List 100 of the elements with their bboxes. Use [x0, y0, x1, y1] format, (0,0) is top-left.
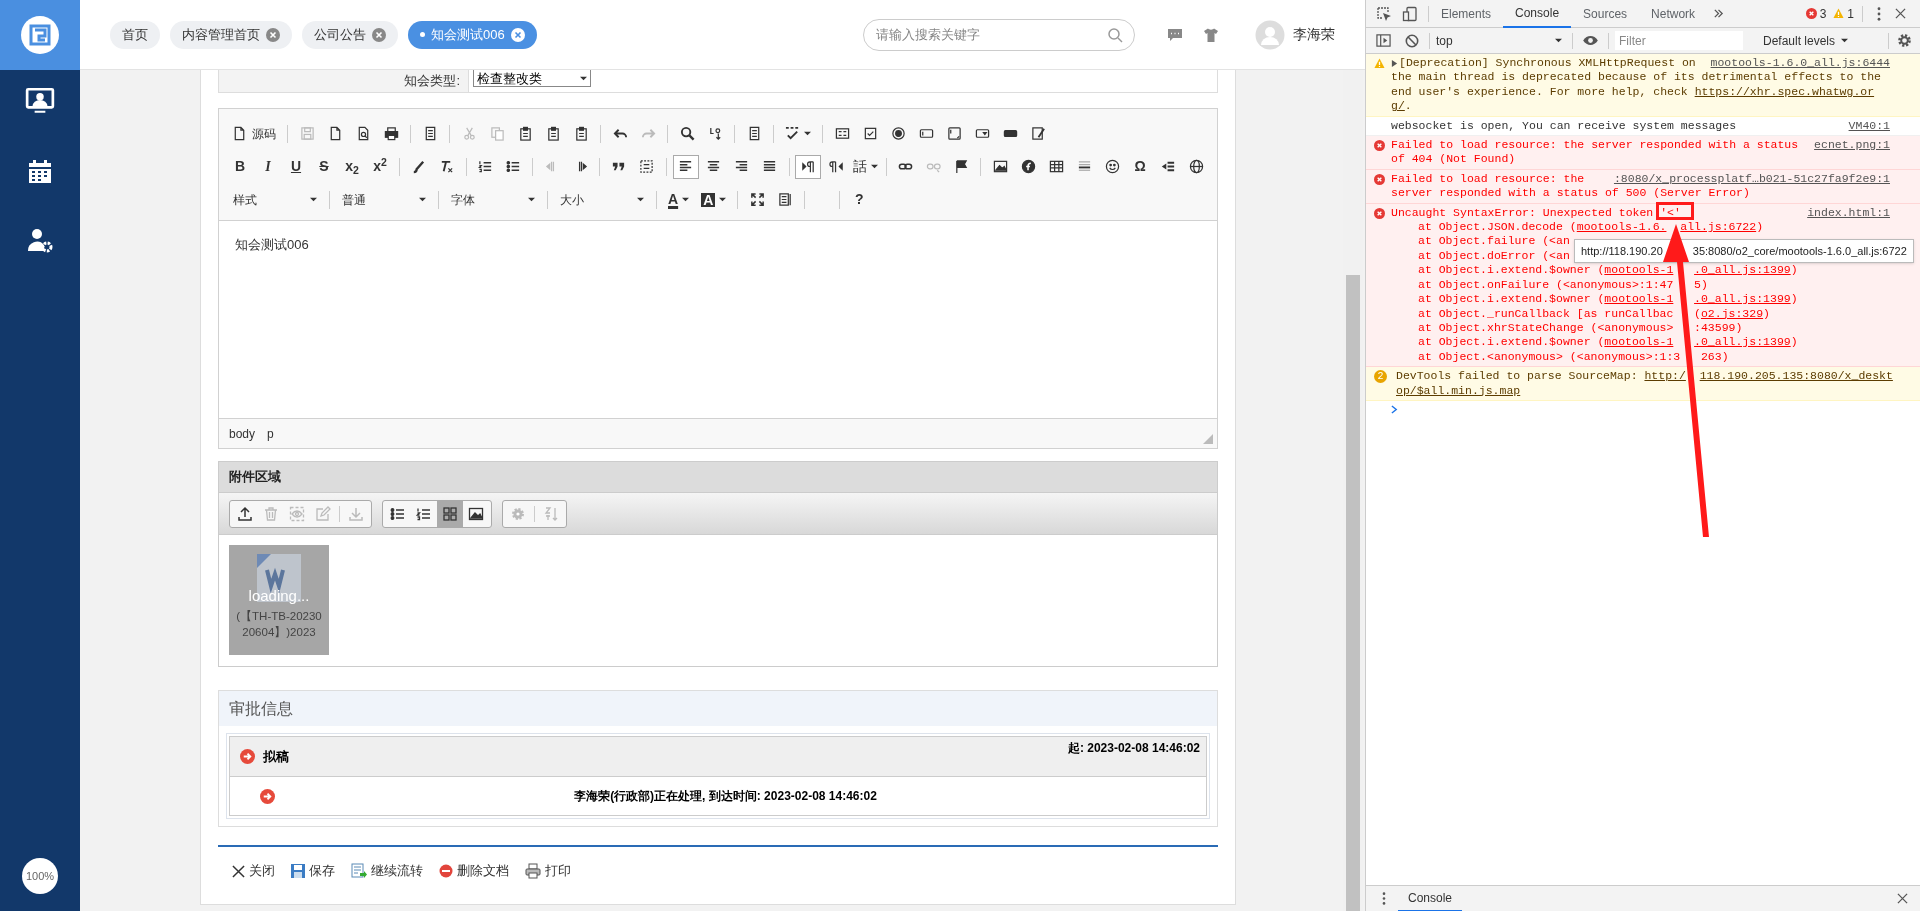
approval-title: 审批信息 [229, 698, 293, 719]
format-dropdown[interactable]: 字体 [445, 187, 541, 212]
context-select[interactable]: top [1430, 29, 1568, 52]
dot-icon [420, 32, 425, 37]
link[interactable]: mootools-1 [1604, 263, 1674, 278]
link[interactable]: mootools-1.6. [1576, 220, 1667, 235]
element-path-item[interactable]: body [229, 424, 256, 443]
filter-field[interactable]: Filter [1615, 31, 1743, 50]
toolbar-button[interactable] [795, 154, 822, 179]
attachment-title: 附件区域 [229, 468, 281, 487]
close-icon[interactable] [510, 27, 525, 42]
image-icon [992, 159, 1008, 174]
source-link[interactable]: mootools-1.6.0_all.js:6444 [1710, 56, 1890, 71]
smiley-icon [1104, 159, 1120, 174]
action-button[interactable]: 关闭 [232, 861, 275, 881]
close-icon[interactable] [372, 27, 386, 42]
toolbar-button[interactable]: S [311, 154, 337, 179]
close-icon[interactable] [1897, 893, 1908, 904]
toolbar-button[interactable] [672, 154, 699, 179]
monitor-user-icon[interactable] [25, 86, 55, 116]
toolbar-button[interactable]: Ω [1127, 154, 1154, 179]
error-icon [1805, 8, 1817, 19]
link[interactable]: mootools-1 [1604, 292, 1674, 307]
file-tile[interactable]: loading... (【TH-TB-2023020604】)2023 [229, 545, 329, 655]
inspect-icon[interactable] [1376, 5, 1392, 22]
settings-icon[interactable] [1897, 33, 1912, 48]
zoom-level[interactable]: 100% [22, 858, 58, 894]
format-dropdown[interactable]: 样式 [227, 187, 323, 212]
toolbar-button[interactable]: B [227, 154, 253, 179]
sidebar-toggle-icon[interactable] [1376, 33, 1391, 48]
form-icon [834, 126, 850, 141]
drawer-tab[interactable]: Console [1398, 885, 1463, 911]
log-text: Uncaught SyntaxError: Unexpected token [1391, 205, 1655, 221]
calendar-icon[interactable] [26, 158, 54, 186]
action-button[interactable]: 删除文档 [439, 861, 509, 881]
link[interactable]: op/$all.min.js.map [1396, 383, 1521, 398]
search-field[interactable]: 请输入搜索关键字 [863, 18, 1135, 51]
close-icon[interactable] [1895, 8, 1906, 19]
chat-icon[interactable] [1167, 26, 1183, 43]
user-name[interactable]: 李海荣 [1293, 24, 1335, 45]
clear-console-icon[interactable] [1405, 33, 1419, 48]
align-justify-icon [762, 159, 778, 174]
kebab-menu-icon[interactable] [1877, 6, 1881, 21]
caret-icon [528, 196, 535, 203]
search-icon[interactable] [1107, 26, 1123, 43]
expand-triangle-icon[interactable] [1391, 60, 1398, 67]
devtools-tab[interactable]: Sources [1571, 0, 1640, 28]
toolbar-button[interactable]: 源码 [227, 121, 281, 146]
source-link[interactable]: VM40:1 [1848, 118, 1890, 134]
toolbar-button[interactable]: 話 [851, 154, 880, 179]
checkbox-icon [862, 126, 878, 141]
close-icon[interactable] [266, 27, 280, 42]
devtools-tab[interactable]: Elements [1429, 0, 1504, 28]
toolbar-button[interactable]: A [663, 187, 695, 212]
link[interactable]: o2.js:329 [1700, 306, 1764, 321]
source-link[interactable]: :8080/x_processplatf…b021-51c27fa9f2e9:1 [1613, 171, 1890, 187]
action-button[interactable]: 继续流转 [351, 861, 423, 881]
link[interactable]: .0_all.js:1399 [1694, 335, 1791, 350]
action-button[interactable]: 保存 [291, 861, 335, 881]
highlight-frame [1656, 202, 1694, 220]
toolbar-button[interactable]: ? [846, 187, 873, 212]
toolbar-button[interactable]: U [283, 154, 309, 179]
link[interactable]: g/ [1391, 99, 1405, 114]
link[interactable]: .0_all.js:1399 [1694, 292, 1791, 307]
log-text: at Object.xhrStateChange (<anonymous> [1418, 320, 1674, 336]
toolbar-button[interactable]: A [696, 187, 732, 212]
format-dropdown[interactable]: 大小 [554, 187, 650, 212]
toolbar-button[interactable]: x$_{2}$ [339, 154, 365, 179]
device-icon[interactable] [1402, 5, 1418, 22]
prompt-chevron-icon[interactable] [1391, 404, 1398, 414]
type-select[interactable]: 检查整改类 [473, 70, 591, 87]
link[interactable]: mootools-1 [1604, 335, 1674, 350]
source-link[interactable]: ecnet.png:1 [1814, 138, 1890, 153]
devtools-tab[interactable]: Network [1639, 0, 1708, 28]
warning-icon [1833, 8, 1845, 19]
link[interactable]: all.js:6722 [1680, 220, 1757, 235]
source-link[interactable]: index.html:1 [1807, 205, 1890, 221]
page-tab[interactable]: 公司公告 [302, 20, 398, 49]
log-levels-dropdown[interactable]: Default levels [1763, 31, 1849, 50]
eye-icon[interactable] [1582, 35, 1599, 46]
link[interactable]: 118.190.205.135:8080/x_deskt [1699, 369, 1893, 384]
toolbar-button[interactable]: I [255, 154, 281, 179]
user-settings-icon[interactable] [26, 226, 54, 254]
toolbar-button[interactable]: x$^{2}$ [367, 154, 393, 179]
page-tab[interactable]: 首页 [110, 20, 160, 49]
format-dropdown[interactable]: 普通 [336, 187, 432, 212]
scrollbar-thumb[interactable] [1346, 275, 1360, 911]
issue-counter[interactable]: 3 1 [1805, 4, 1854, 23]
logo-icon[interactable] [20, 15, 60, 55]
link[interactable]: .0_all.js:1399 [1694, 263, 1791, 278]
link[interactable]: http:/ [1644, 369, 1686, 384]
link[interactable]: https://xhr.spec.whatwg.or [1694, 84, 1875, 100]
log-text: at Object.JSON.decode ( [1418, 220, 1577, 235]
more-tabs-icon[interactable] [1713, 8, 1725, 19]
shirt-icon[interactable] [1203, 26, 1219, 43]
kebab-menu-icon[interactable] [1382, 892, 1386, 905]
resize-grip-icon[interactable] [1203, 434, 1213, 444]
action-button[interactable]: 打印 [525, 861, 571, 881]
page-tab[interactable]: 内容管理首页 [170, 20, 292, 49]
element-path-item[interactable]: p [267, 424, 274, 443]
